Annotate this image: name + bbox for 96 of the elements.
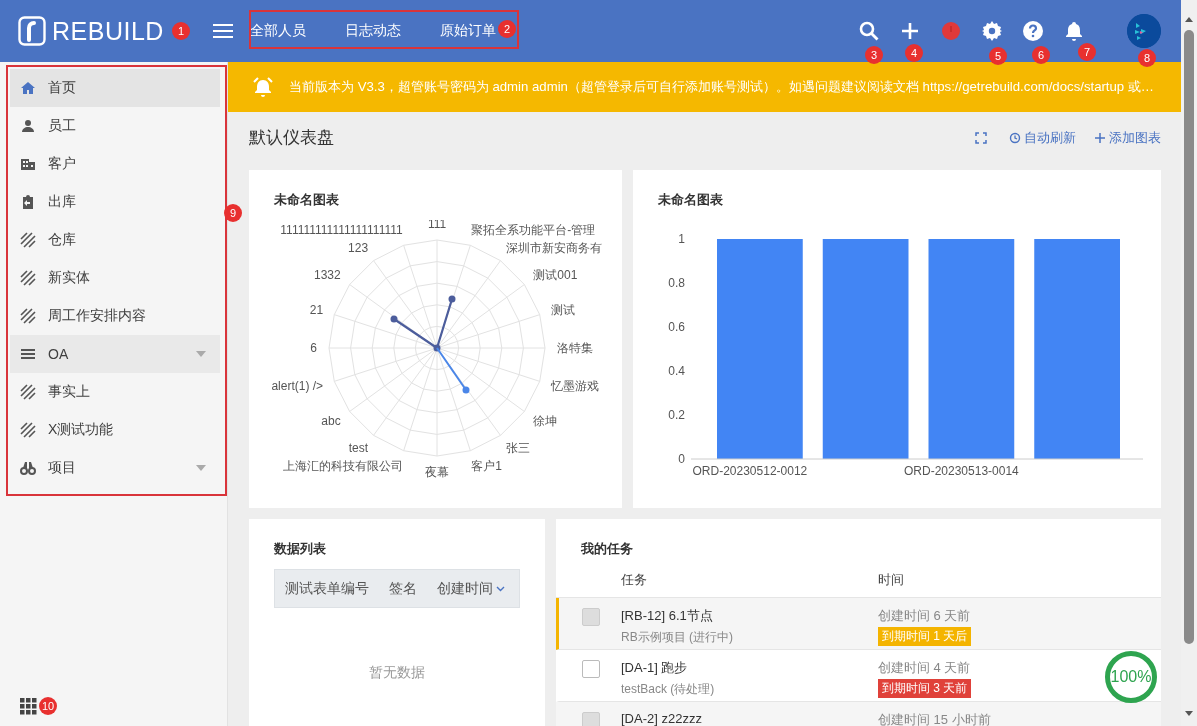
axis-label: 123 [348,240,369,255]
axis-label: 深圳市新安商务有 [505,240,602,255]
column-header: 任务 [621,571,648,589]
axis-tick-label: 1 [678,232,685,246]
apps-icon[interactable] [20,698,37,715]
hatch-icon [20,270,36,286]
column-header[interactable]: 创建时间 [427,579,515,598]
caret-icon [196,351,206,357]
card-title: 数据列表 [274,540,327,558]
axis-label: 测试 [550,302,575,317]
bell-icon[interactable] [1064,21,1084,41]
sidebar-item[interactable]: X测试功能 [10,411,220,449]
sidebar-item[interactable]: 首页 [10,69,220,107]
created-time: 创建时间 4 天前 [878,659,971,677]
fullscreen-icon[interactable] [975,131,987,144]
home-icon [20,80,36,96]
task-project: RB示例项目 (进行中) [621,629,734,646]
checkbox[interactable] [582,660,600,678]
axis-label: alert(1) /> [271,379,324,394]
axis-label: 111 [427,220,447,231]
axis-label: 客户1 [471,458,502,473]
column-header: 时间 [878,571,904,589]
hatch-icon [20,308,36,324]
due-tag: 到期时间 1 天后 [878,627,972,646]
axis-label: test [348,441,369,456]
clipboard-icon [20,194,36,210]
sidebar-item[interactable]: 出库 [10,183,220,221]
plus-icon [1094,131,1106,144]
axis-label: 洛特集 [557,341,593,355]
toolbar-link[interactable]: 自动刷新 [1009,128,1076,147]
task-title: [DA-1] 跑步 [621,659,689,677]
plus-icon[interactable] [900,21,920,41]
axis-label: 夜幕 [425,465,449,479]
empty-text: 暂无数据 [368,664,426,682]
card-title: 我的任务 [581,540,634,558]
axis-label: 测试001 [533,268,578,283]
axis-label: 忆墨游戏 [550,379,599,394]
menu-icon[interactable] [213,23,233,39]
axis-label: 6 [310,341,317,355]
search-icon[interactable] [859,21,879,41]
axis-label: 徐坤 [533,413,558,428]
hatch-icon [20,384,36,400]
task-title: [DA-2] z22zzz [621,711,703,726]
sidebar-item[interactable]: 事实上 [10,373,220,411]
sidebar-item[interactable]: 员工 [10,107,220,145]
column-header[interactable]: 签名 [379,579,427,598]
axis-label: 聚拓全系功能平台-管理 [471,223,596,238]
hatch-icon [20,232,36,248]
created-time: 创建时间 15 小时前 [878,711,991,726]
building-icon [20,156,36,172]
axis-tick-label: 0 [678,452,685,466]
axis-label: 张三 [505,441,530,456]
axis-label: 1332 [314,268,341,283]
axis-label: abc [321,413,341,428]
hatch-icon [20,422,36,438]
logo-icon [18,16,46,46]
sidebar-item[interactable]: 新实体 [10,259,220,297]
binoculars-icon [20,460,36,476]
nav-link[interactable]: 原始订单 [440,22,496,40]
clock-icon [1009,131,1021,144]
person-icon [20,118,36,134]
chevron-icon [496,585,505,592]
axis-tick-label: 0.8 [668,276,685,290]
sidebar-item[interactable]: 客户 [10,145,220,183]
axis-tick-label: 0.2 [668,408,685,422]
card-title: 未命名图表 [274,191,340,209]
sidebar-item[interactable]: 项目 [10,449,220,487]
task-title: [RB-12] 6.1节点 [621,607,714,625]
axis-tick-label: ORD-20230513-0014 [904,464,1019,478]
avatar[interactable] [1127,14,1161,48]
settings-icon[interactable] [982,21,1002,41]
sidebar-item[interactable]: 仓库 [10,221,220,259]
card-title: 未命名图表 [658,191,724,209]
axis-label: 上海汇的科技有限公司 [282,458,403,473]
logo-text: REBUILD [52,16,164,46]
dashboard-title: 默认仪表盘 [249,127,334,149]
axis-tick-label: 0.4 [668,364,685,378]
scrollbar[interactable] [1181,0,1197,726]
sidebar-item[interactable]: OA [10,335,220,373]
axis-tick-label: 0.6 [668,320,685,334]
due-tag: 到期时间 3 天前 [878,679,972,698]
menu-icon [20,346,36,362]
caret-icon [196,465,206,471]
axis-label: 21 [309,302,324,317]
alarm-icon [253,77,273,97]
notice-text: 当前版本为 V3.3，超管账号密码为 admin admin（超管登录后可自行添加账号测试）。如遇问题建议阅读文档 https://getrebuild.com/docs/startup 或… [289,78,1155,96]
column-header[interactable]: 测试表单编号 [275,579,379,598]
toolbar-link[interactable]: 添加图表 [1094,128,1161,147]
axis-label: 111111111111111111111 [280,223,403,238]
task-project: testBack (待处理) [621,681,716,698]
created-time: 创建时间 6 天前 [878,607,971,625]
axis-tick-label: ORD-20230512-0012 [692,464,808,478]
help-icon[interactable] [1023,21,1043,41]
nav-link[interactable]: 全部人员 [250,22,306,40]
nav-link[interactable]: 日志动态 [345,22,401,40]
sidebar-item[interactable]: 周工作安排内容 [10,297,220,335]
